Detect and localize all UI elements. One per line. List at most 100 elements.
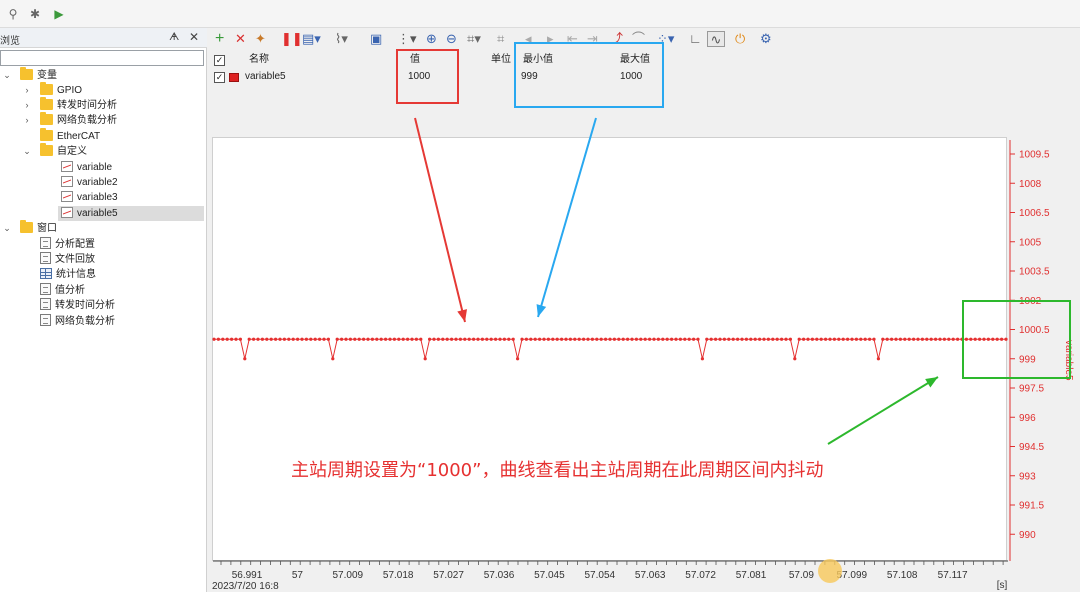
data-point (898, 337, 903, 341)
data-point (467, 337, 471, 341)
data-point (912, 337, 916, 341)
data-point (212, 337, 216, 341)
data-point (947, 337, 951, 341)
data-point (379, 337, 383, 341)
value-highlight-box (396, 49, 459, 104)
data-point (678, 337, 683, 341)
data-point (274, 337, 278, 341)
x-tick-label: 57.108 (887, 570, 918, 581)
data-point (815, 337, 819, 341)
data-point (225, 337, 229, 341)
data-point (872, 337, 876, 341)
data-point (340, 337, 344, 341)
x-tick-label: 57 (292, 570, 304, 581)
data-point (542, 337, 546, 341)
data-point (951, 337, 955, 341)
data-point (956, 337, 960, 341)
data-point (278, 337, 282, 341)
x-unit-label: [s] (997, 580, 1008, 591)
data-point (331, 357, 335, 361)
data-point (260, 337, 264, 341)
y-tick-label: 1003.5 (1019, 267, 1050, 278)
data-point (397, 337, 401, 341)
data-point (683, 337, 687, 341)
data-point (661, 337, 665, 341)
data-point (709, 337, 713, 341)
data-point (612, 337, 617, 341)
data-point (674, 337, 678, 341)
zoom-cursor-icon (818, 559, 842, 583)
data-point (414, 337, 418, 341)
x-tick-label: 57.063 (635, 570, 666, 581)
data-point (326, 337, 330, 341)
data-point (802, 337, 806, 341)
data-point (859, 337, 863, 341)
x-tick-label: 57.045 (534, 570, 565, 581)
data-point (265, 337, 269, 341)
data-point (903, 337, 907, 341)
red-arrow-line (414, 117, 466, 323)
x-axis: 56.991 57 57.009 57.018 57.027 57.036 57.045 57… (212, 560, 1008, 592)
data-point (916, 337, 920, 341)
data-point (705, 337, 709, 341)
data-point (304, 337, 308, 341)
data-point (546, 337, 551, 341)
data-point (793, 357, 797, 361)
data-point (533, 337, 537, 341)
data-point (876, 357, 881, 361)
y-tick-label: 1006.5 (1019, 208, 1050, 219)
data-point (929, 337, 933, 341)
series-line (214, 338, 1006, 359)
data-point (524, 337, 529, 341)
data-point (850, 337, 854, 341)
data-point (454, 337, 458, 341)
data-point (608, 337, 612, 341)
data-point (758, 337, 762, 341)
data-point (749, 337, 753, 341)
data-point (511, 337, 515, 341)
data-point (868, 337, 872, 341)
y-tick-label: 990 (1019, 530, 1036, 541)
red-arrow (414, 117, 467, 323)
data-point (599, 337, 603, 341)
data-point (938, 337, 942, 341)
data-point (410, 337, 414, 341)
data-point (291, 337, 295, 341)
data-point (450, 337, 454, 341)
data-point (230, 337, 234, 341)
data-point (221, 337, 225, 341)
y-tick-label: 1009.5 (1019, 150, 1050, 161)
data-point (436, 337, 440, 341)
data-point (942, 337, 947, 341)
data-point (494, 337, 498, 341)
data-point (309, 337, 313, 341)
y-tick-label: 1008 (1019, 179, 1042, 190)
x-date-label: 2023/7/20 16:8 (212, 581, 279, 592)
series-variable5 (212, 337, 1008, 361)
data-point (353, 337, 357, 341)
data-point (670, 337, 674, 341)
data-point (604, 337, 608, 341)
data-point (648, 337, 652, 341)
data-point (766, 337, 771, 341)
y-tick-label: 991.5 (1019, 501, 1044, 512)
data-point (665, 337, 669, 341)
x-tick-label: 57.036 (484, 570, 515, 581)
y-tick-label: 996 (1019, 413, 1036, 424)
data-point (806, 337, 810, 341)
data-point (282, 337, 286, 341)
data-point (775, 337, 779, 341)
blue-arrow (536, 117, 597, 318)
data-point (252, 337, 256, 341)
data-point (788, 337, 793, 341)
x-tick-label: 56.991 (232, 570, 263, 581)
data-point (797, 337, 801, 341)
x-tick-label: 57.117 (938, 570, 968, 581)
data-point (934, 337, 938, 341)
x-tick-label: 57.072 (685, 570, 716, 581)
data-point (406, 337, 410, 341)
x-tick-label: 57.027 (433, 570, 464, 581)
data-point (727, 337, 731, 341)
data-point (744, 337, 749, 341)
data-point (634, 337, 639, 341)
